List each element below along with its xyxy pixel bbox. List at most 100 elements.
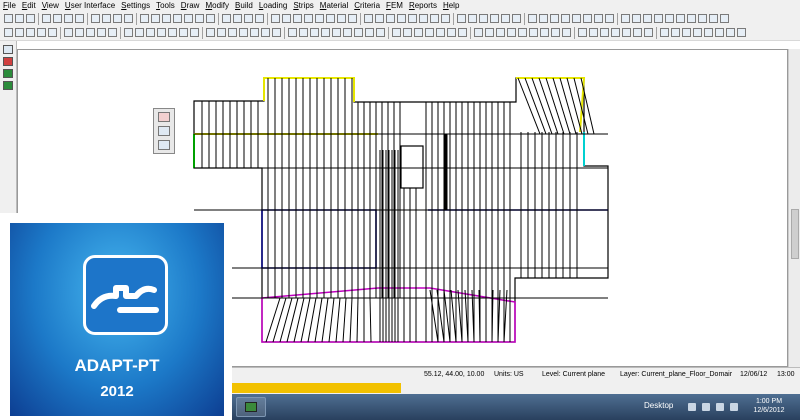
zoom-icon[interactable] [261,28,270,37]
pan-icon[interactable] [458,28,467,37]
column-icon[interactable] [720,14,729,23]
pan-icon[interactable] [644,28,653,37]
zoom-icon[interactable] [75,14,84,23]
palette-view-icon[interactable] [158,140,170,150]
slab-icon[interactable] [140,14,149,23]
undo-icon[interactable] [430,14,439,23]
save-icon[interactable] [26,28,35,37]
beam-icon[interactable] [146,28,155,37]
print-icon[interactable] [233,14,242,23]
beam-icon[interactable] [528,14,537,23]
slab-icon[interactable] [321,28,330,37]
open-icon[interactable] [392,28,401,37]
open-icon[interactable] [206,14,215,23]
circle-icon[interactable] [496,28,505,37]
circle-icon[interactable] [124,14,133,23]
palette-close-icon[interactable] [158,112,170,122]
slab-icon[interactable] [326,14,335,23]
zoom-icon[interactable] [633,28,642,37]
tendon-icon[interactable] [550,14,559,23]
grid-icon[interactable] [665,14,674,23]
print-icon[interactable] [600,28,609,37]
column-icon[interactable] [157,28,166,37]
save-icon[interactable] [589,28,598,37]
print-icon[interactable] [42,14,51,23]
beam-icon[interactable] [332,28,341,37]
tray-volume-icon[interactable] [730,403,738,411]
undo-icon[interactable] [621,14,630,23]
menu-item-strips[interactable]: Strips [290,0,316,12]
layer-icon[interactable] [3,57,13,66]
new-file-icon[interactable] [562,28,571,37]
column-icon[interactable] [529,28,538,37]
redo-icon[interactable] [441,14,450,23]
beam-icon[interactable] [704,28,713,37]
menu-item-tools[interactable]: Tools [153,0,178,12]
beam-icon[interactable] [151,14,160,23]
slab-icon[interactable] [135,28,144,37]
line-icon[interactable] [485,28,494,37]
zoom-icon[interactable] [447,28,456,37]
column-icon[interactable] [715,28,724,37]
circle-icon[interactable] [501,14,510,23]
grid-view-icon[interactable] [3,45,13,54]
grid-icon[interactable] [293,14,302,23]
beam-icon[interactable] [709,14,718,23]
vertical-scrollbar[interactable] [788,49,800,367]
grid-icon[interactable] [474,28,483,37]
redo-icon[interactable] [436,28,445,37]
new-file-icon[interactable] [572,14,581,23]
line-icon[interactable] [304,14,313,23]
pan-icon[interactable] [282,14,291,23]
menu-item-edit[interactable]: Edit [19,0,39,12]
grid-icon[interactable] [660,28,669,37]
support-view-icon[interactable] [3,81,13,90]
circle-icon[interactable] [682,28,691,37]
pan-icon[interactable] [654,14,663,23]
menu-item-settings[interactable]: Settings [118,0,153,12]
new-file-icon[interactable] [376,28,385,37]
print-icon[interactable] [414,28,423,37]
redo-icon[interactable] [250,28,259,37]
line-icon[interactable] [108,28,117,37]
pan-icon[interactable] [86,28,95,37]
slab-view-icon[interactable] [3,69,13,78]
circle-icon[interactable] [315,14,324,23]
undo-icon[interactable] [48,28,57,37]
menu-item-modify[interactable]: Modify [202,0,232,12]
circle-icon[interactable] [124,28,133,37]
open-icon[interactable] [397,14,406,23]
save-icon[interactable] [594,14,603,23]
undo-icon[interactable] [244,14,253,23]
slab-icon[interactable] [693,28,702,37]
scrollbar-thumb[interactable] [791,209,799,259]
strip-icon[interactable] [561,14,570,23]
menu-item-view[interactable]: View [39,0,62,12]
new-file-icon[interactable] [195,14,204,23]
palette-select-icon[interactable] [158,126,170,136]
open-icon[interactable] [15,28,24,37]
strip-icon[interactable] [179,28,188,37]
tray-network-icon[interactable] [716,403,724,411]
save-icon[interactable] [217,28,226,37]
strip-icon[interactable] [551,28,560,37]
undo-icon[interactable] [425,28,434,37]
menu-item-user-interface[interactable]: User Interface [62,0,118,12]
column-icon[interactable] [348,14,357,23]
print-icon[interactable] [419,14,428,23]
menu-item-file[interactable]: File [0,0,19,12]
undo-icon[interactable] [53,14,62,23]
tray-flag-icon[interactable] [702,403,710,411]
grid-icon[interactable] [288,28,297,37]
circle-icon[interactable] [310,28,319,37]
tendon-icon[interactable] [726,28,735,37]
pan-icon[interactable] [468,14,477,23]
save-icon[interactable] [408,14,417,23]
zoom-icon[interactable] [271,14,280,23]
column-icon[interactable] [343,28,352,37]
column-icon[interactable] [162,14,171,23]
menu-item-criteria[interactable]: Criteria [351,0,383,12]
taskbar-clock[interactable]: 1:00 PM 12/6/2012 [744,397,794,415]
new-file-icon[interactable] [4,28,13,37]
zoom-icon[interactable] [457,14,466,23]
